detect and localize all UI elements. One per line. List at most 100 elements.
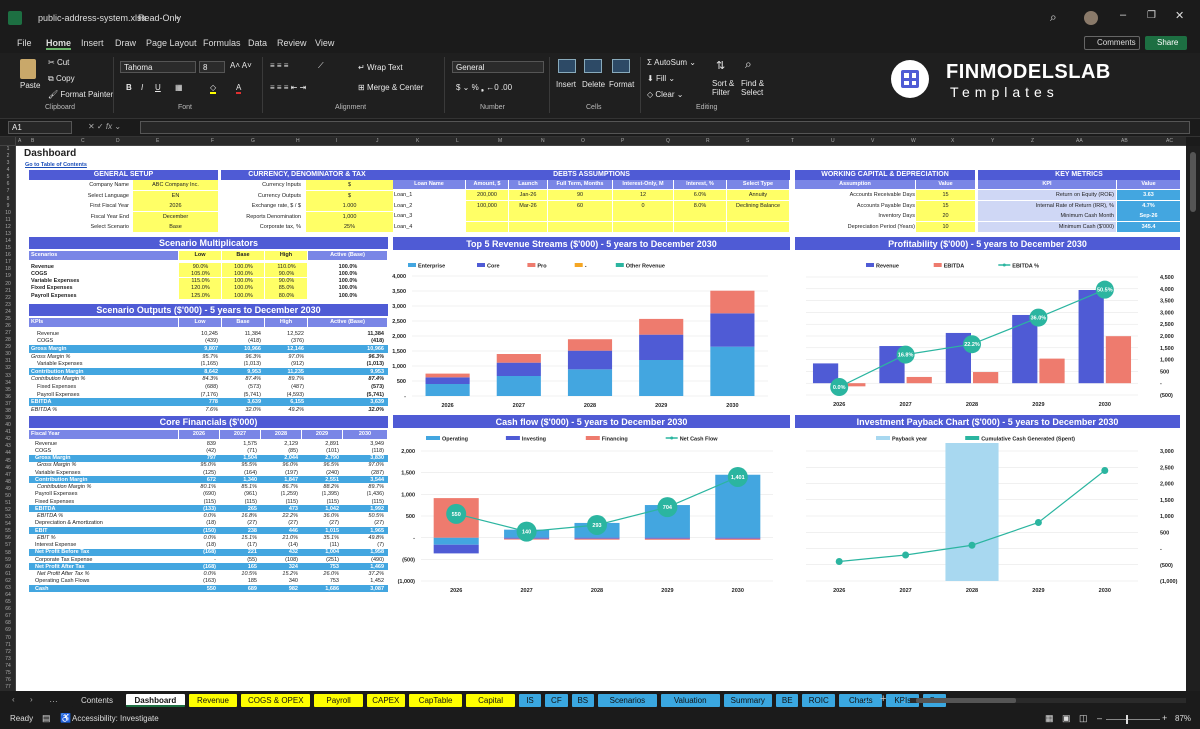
row-header[interactable]: 54 xyxy=(0,521,15,528)
menu-view[interactable]: View xyxy=(315,38,334,48)
fill-color-icon[interactable]: ◇ xyxy=(210,83,217,94)
tab-captable[interactable]: CapTable xyxy=(408,694,463,707)
column-header-a[interactable]: A xyxy=(18,137,21,146)
row-header[interactable]: 48 xyxy=(0,479,15,486)
delete-cells-icon[interactable] xyxy=(584,59,602,73)
tab-bs[interactable]: BS xyxy=(571,694,594,707)
font-size-select[interactable]: 8 xyxy=(199,61,225,73)
tab-dashboard[interactable]: Dashboard xyxy=(126,694,185,707)
row-header[interactable]: 7 xyxy=(0,188,15,195)
row-header[interactable]: 11 xyxy=(0,217,15,224)
zoom-slider[interactable] xyxy=(1106,715,1160,724)
zoom-in-icon[interactable]: + xyxy=(1162,713,1167,723)
fill-button[interactable]: ⬇ Fill ⌄ xyxy=(647,74,675,83)
restore-icon[interactable]: ❐ xyxy=(1147,10,1156,21)
format-painter-button[interactable]: 🖌 Format Painter xyxy=(48,90,113,99)
row-header[interactable]: 51 xyxy=(0,500,15,507)
menu-file[interactable]: File xyxy=(17,38,32,48)
vertical-scrollbar[interactable] xyxy=(1186,146,1200,691)
zoom-out-icon[interactable]: – xyxy=(1097,713,1102,723)
row-header[interactable]: 53 xyxy=(0,514,15,521)
close-icon[interactable]: ✕ xyxy=(1175,9,1184,22)
row-header[interactable]: 43 xyxy=(0,443,15,450)
column-header-b[interactable]: B xyxy=(31,137,34,146)
formula-input[interactable] xyxy=(140,121,1190,134)
row-header[interactable]: 59 xyxy=(0,557,15,564)
column-header-z[interactable]: Z xyxy=(1031,137,1034,146)
name-box[interactable]: A1 xyxy=(8,121,72,134)
row-header[interactable]: 56 xyxy=(0,535,15,542)
row-header[interactable]: 40 xyxy=(0,422,15,429)
row-header[interactable]: 27 xyxy=(0,330,15,337)
column-header-n[interactable]: N xyxy=(541,137,545,146)
search-icon[interactable]: ⌕ xyxy=(1050,10,1057,25)
row-header[interactable]: 75 xyxy=(0,670,15,677)
normal-view-icon[interactable]: ▦ xyxy=(1045,713,1054,724)
tab-scenarios[interactable]: Scenarios xyxy=(598,694,657,707)
row-header[interactable]: 17 xyxy=(0,259,15,266)
column-header-h[interactable]: H xyxy=(296,137,300,146)
tab-capital[interactable]: Capital xyxy=(466,694,515,707)
row-header[interactable]: 21 xyxy=(0,288,15,295)
row-header[interactable]: 32 xyxy=(0,365,15,372)
row-header[interactable]: 73 xyxy=(0,656,15,663)
row-header[interactable]: 10 xyxy=(0,210,15,217)
row-header[interactable]: 28 xyxy=(0,337,15,344)
tab-roic[interactable]: ROIC xyxy=(802,694,836,707)
menu-data[interactable]: Data xyxy=(248,38,267,48)
menu-draw[interactable]: Draw xyxy=(115,38,136,48)
column-header-x[interactable]: X xyxy=(951,137,954,146)
tab-cogs-opex[interactable]: COGS & OPEX xyxy=(241,694,311,707)
tab-is[interactable]: IS xyxy=(518,694,542,707)
row-header[interactable]: 42 xyxy=(0,436,15,443)
column-header-m[interactable]: M xyxy=(498,137,502,146)
row-header[interactable]: 23 xyxy=(0,302,15,309)
sort-filter-icon[interactable]: ⇅ xyxy=(716,59,725,72)
merge-center-button[interactable]: ⊞ Merge & Center xyxy=(358,83,423,92)
row-header[interactable]: 61 xyxy=(0,571,15,578)
row-header[interactable]: 58 xyxy=(0,550,15,557)
row-header[interactable]: 2 xyxy=(0,153,15,160)
row-header[interactable]: 77 xyxy=(0,684,15,691)
tab-scroll-right-icon[interactable]: › xyxy=(30,695,33,704)
row-header[interactable]: 36 xyxy=(0,394,15,401)
tab-contents[interactable]: Contents xyxy=(72,694,122,707)
row-header[interactable]: 71 xyxy=(0,642,15,649)
row-header[interactable]: 68 xyxy=(0,620,15,627)
orientation-icon[interactable]: ⟋ xyxy=(318,61,324,71)
column-header-o[interactable]: O xyxy=(581,137,585,146)
row-header[interactable]: 69 xyxy=(0,627,15,634)
column-header-r[interactable]: R xyxy=(706,137,710,146)
row-header[interactable]: 38 xyxy=(0,408,15,415)
tab-scroll-left-icon[interactable]: ‹ xyxy=(12,695,15,704)
worksheet[interactable]: Dashboard Go to Table of Contents GENERA… xyxy=(16,146,1186,691)
row-header[interactable]: 41 xyxy=(0,429,15,436)
comments-button[interactable]: Comments xyxy=(1084,36,1140,50)
row-header[interactable]: 31 xyxy=(0,358,15,365)
row-header[interactable]: 24 xyxy=(0,309,15,316)
page-layout-view-icon[interactable]: ▣ xyxy=(1062,713,1071,724)
currency-format-icon[interactable]: $ ⌄ % ❟ ←0 .00 xyxy=(456,83,512,93)
row-header[interactable]: 35 xyxy=(0,387,15,394)
sort-filter-button[interactable]: Sort & Filter xyxy=(712,79,734,97)
row-header[interactable]: 72 xyxy=(0,649,15,656)
column-header-c[interactable]: C xyxy=(81,137,85,146)
column-header-v[interactable]: V xyxy=(871,137,874,146)
find-select-button[interactable]: Find & Select xyxy=(741,79,764,97)
row-header[interactable]: 3 xyxy=(0,160,15,167)
column-header-aa[interactable]: AA xyxy=(1076,137,1083,146)
minimize-icon[interactable]: – xyxy=(1120,9,1126,21)
row-header[interactable]: 65 xyxy=(0,599,15,606)
horizontal-scrollbar[interactable] xyxy=(910,698,1186,703)
row-header[interactable]: 63 xyxy=(0,585,15,592)
column-header-p[interactable]: P xyxy=(621,137,624,146)
row-header[interactable]: 25 xyxy=(0,316,15,323)
underline-icon[interactable]: U xyxy=(155,83,161,92)
row-header[interactable]: 34 xyxy=(0,380,15,387)
row-header[interactable]: 16 xyxy=(0,252,15,259)
select-all-corner[interactable] xyxy=(0,137,16,146)
find-select-icon[interactable]: ⌕ xyxy=(745,57,752,72)
row-header[interactable]: 26 xyxy=(0,323,15,330)
borders-icon[interactable]: ▦ xyxy=(175,83,183,92)
tab-valuation[interactable]: Valuation xyxy=(660,694,720,707)
